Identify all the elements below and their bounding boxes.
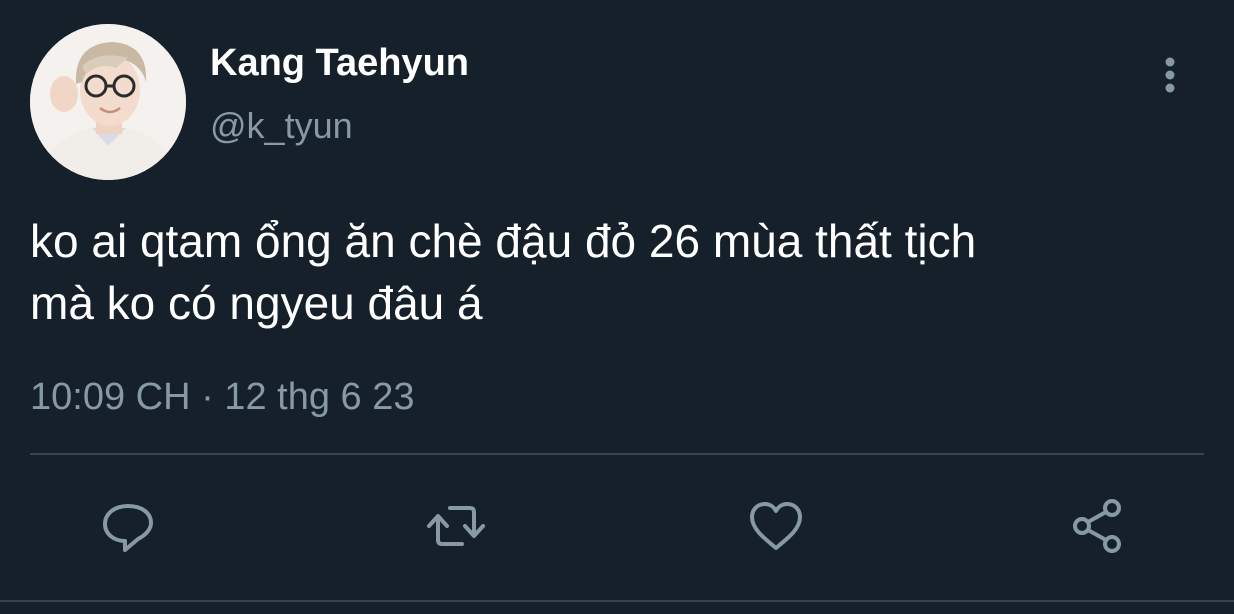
share-icon (1073, 499, 1121, 553)
tweet-timestamp[interactable]: 10:09 CH · 12 thg 6 23 (30, 374, 414, 420)
reply-icon (103, 504, 153, 552)
tweet-text: ko ai qtam ổng ăn chè đậu đỏ 26 mùa thất… (30, 215, 977, 329)
like-button[interactable] (746, 496, 806, 556)
reply-button[interactable] (98, 496, 158, 556)
user-handle[interactable]: @k_tyun (210, 104, 353, 148)
avatar[interactable] (30, 24, 186, 180)
bottom-divider (0, 600, 1234, 602)
retweet-icon (427, 506, 485, 546)
more-vertical-icon (1165, 57, 1175, 93)
share-button[interactable] (1068, 496, 1128, 556)
divider (30, 453, 1204, 455)
more-options-button[interactable] (1146, 50, 1194, 100)
display-name[interactable]: Kang Taehyun (210, 40, 469, 86)
tweet-detail: Kang Taehyun @k_tyun ko ai qtam ổng ăn c… (0, 0, 1234, 614)
heart-icon (750, 502, 802, 550)
retweet-button[interactable] (426, 496, 486, 556)
avatar-image (30, 24, 186, 180)
